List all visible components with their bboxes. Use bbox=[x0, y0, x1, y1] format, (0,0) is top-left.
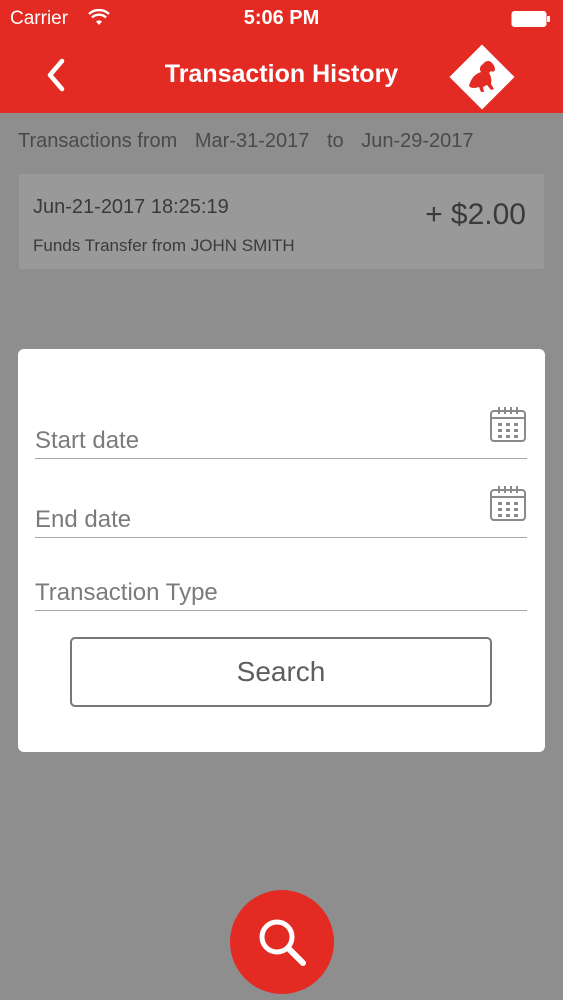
search-button[interactable]: Search bbox=[70, 637, 492, 707]
transaction-description: Funds Transfer from JOHN SMITH bbox=[33, 236, 295, 255]
date-range: Transactions from Mar-31-2017 to Jun-29-… bbox=[18, 130, 486, 153]
calendar-icon[interactable] bbox=[489, 484, 527, 522]
end-date-label: End date bbox=[35, 506, 132, 533]
clock: 5:06 PM bbox=[243, 7, 320, 29]
status-bar: Carrier 5:06 PM bbox=[0, 0, 563, 40]
start-date-field[interactable]: Start date bbox=[35, 407, 527, 459]
start-date-label: Start date bbox=[35, 427, 140, 454]
filter-dialog: Start date End date Transaction Type Sea… bbox=[18, 349, 545, 752]
transaction-type-field[interactable]: Transaction Type bbox=[35, 563, 527, 611]
nav-bar: Transaction History bbox=[0, 40, 563, 113]
transaction-datetime: Jun-21-2017 18:25:19 bbox=[33, 196, 229, 218]
end-date-field[interactable]: End date bbox=[35, 486, 527, 538]
battery-icon bbox=[511, 11, 550, 27]
range-to: to bbox=[326, 130, 344, 152]
range-start: Mar-31-2017 bbox=[194, 130, 310, 152]
search-icon bbox=[259, 919, 306, 966]
transaction-type-label: Transaction Type bbox=[35, 579, 218, 606]
range-end: Jun-29-2017 bbox=[361, 130, 474, 152]
search-fab[interactable] bbox=[230, 890, 334, 994]
range-prefix: Transactions from bbox=[18, 130, 178, 152]
calendar-icon[interactable] bbox=[489, 405, 527, 443]
transaction-amount: + $2.00 bbox=[425, 198, 526, 231]
transaction-item[interactable]: Jun-21-2017 18:25:19 Funds Transfer from… bbox=[19, 174, 544, 269]
horse-logo-icon bbox=[449, 44, 515, 110]
